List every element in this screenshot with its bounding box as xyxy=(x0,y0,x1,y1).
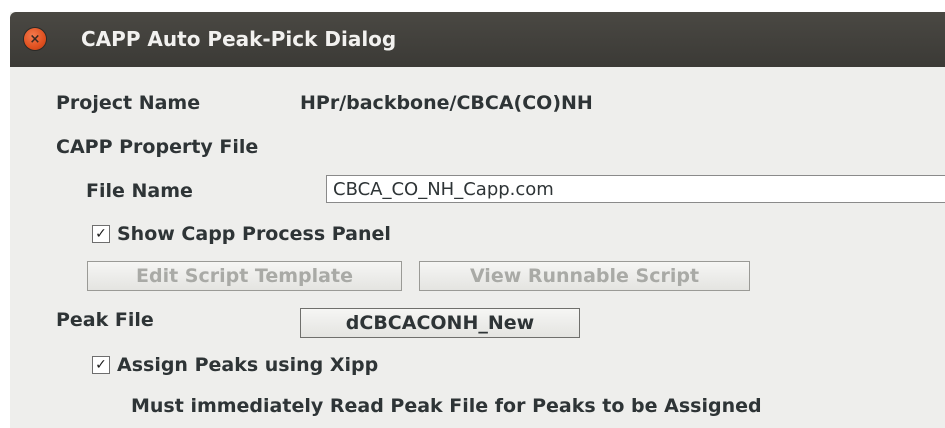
file-name-label: File Name xyxy=(86,180,193,202)
read-peak-file-note: Must immediately Read Peak File for Peak… xyxy=(131,395,762,417)
close-icon: × xyxy=(29,31,41,47)
assign-peaks-xipp-label: Assign Peaks using Xipp xyxy=(117,354,379,376)
dialog-window: × CAPP Auto Peak-Pick Dialog Project Nam… xyxy=(10,12,945,428)
checkmark-icon[interactable]: ✓ xyxy=(92,225,110,243)
edit-script-template-button[interactable]: Edit Script Template xyxy=(87,261,402,291)
show-capp-process-panel-label: Show Capp Process Panel xyxy=(117,223,391,245)
title-bar[interactable]: × CAPP Auto Peak-Pick Dialog xyxy=(10,12,945,67)
project-name-label: Project Name xyxy=(56,92,201,114)
show-capp-process-panel-checkbox[interactable]: ✓ Show Capp Process Panel xyxy=(92,223,391,245)
peak-file-button[interactable]: dCBCACONH_New xyxy=(300,308,580,338)
view-runnable-script-button[interactable]: View Runnable Script xyxy=(419,261,750,291)
checkmark-icon[interactable]: ✓ xyxy=(92,356,110,374)
assign-peaks-xipp-checkbox[interactable]: ✓ Assign Peaks using Xipp xyxy=(92,354,378,376)
capp-property-file-label: CAPP Property File xyxy=(56,136,259,158)
close-button[interactable]: × xyxy=(24,28,46,50)
file-name-input[interactable] xyxy=(326,175,945,203)
peak-file-label: Peak File xyxy=(56,309,154,331)
window-title: CAPP Auto Peak-Pick Dialog xyxy=(81,27,397,51)
project-name-value: HPr/backbone/CBCA(CO)NH xyxy=(300,92,593,114)
